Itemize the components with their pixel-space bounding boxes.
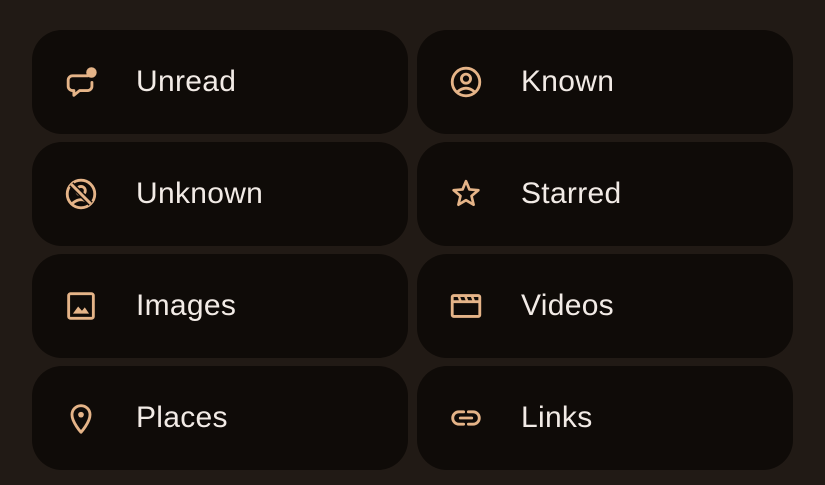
location-pin-icon [62, 399, 100, 437]
filter-chip-images[interactable]: Images [32, 254, 408, 358]
filter-chip-label: Links [521, 401, 593, 434]
filter-chip-label: Videos [521, 289, 614, 322]
filter-chip-label: Starred [521, 177, 622, 210]
filter-chip-places[interactable]: Places [32, 366, 408, 470]
filter-chip-starred[interactable]: Starred [417, 142, 793, 246]
filter-chip-videos[interactable]: Videos [417, 254, 793, 358]
filter-chip-label: Unknown [136, 177, 264, 210]
link-icon [447, 399, 485, 437]
filter-chip-label: Known [521, 65, 615, 98]
unread-chat-icon [62, 63, 100, 101]
star-icon [447, 175, 485, 213]
filter-chip-label: Unread [136, 65, 237, 98]
video-clapper-icon [447, 287, 485, 325]
filter-chip-known[interactable]: Known [417, 30, 793, 134]
filter-chip-links[interactable]: Links [417, 366, 793, 470]
filter-chip-label: Images [136, 289, 237, 322]
filter-chip-grid: Unread Known Unknown Starred Images Vide… [32, 30, 793, 470]
filter-chip-unread[interactable]: Unread [32, 30, 408, 134]
filter-chip-unknown[interactable]: Unknown [32, 142, 408, 246]
account-circle-icon [447, 63, 485, 101]
filter-chip-label: Places [136, 401, 228, 434]
unknown-contact-icon [62, 175, 100, 213]
image-icon [62, 287, 100, 325]
